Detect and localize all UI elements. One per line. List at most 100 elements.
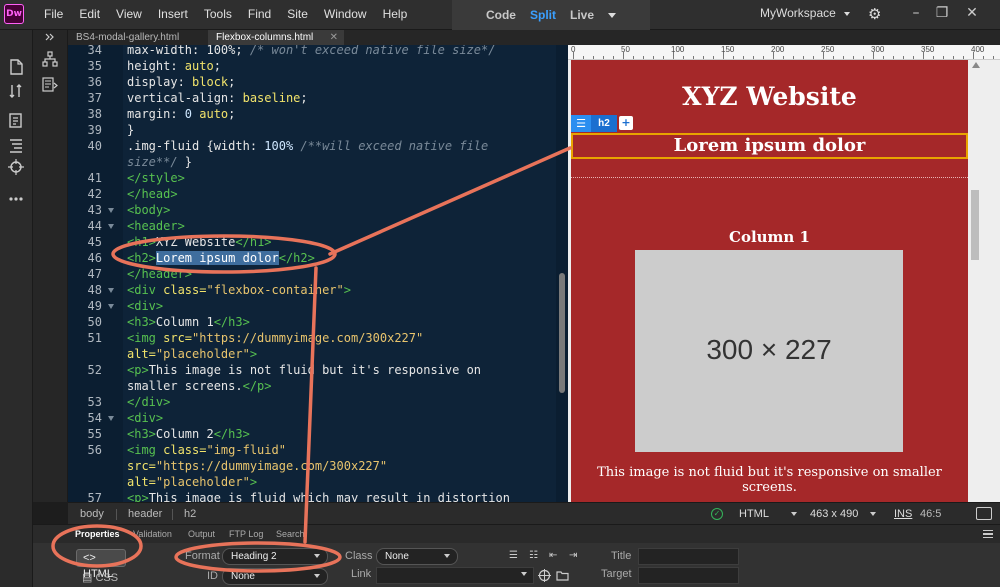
tag-crumb-header[interactable]: header (128, 503, 162, 525)
view-tab-code[interactable]: Code (486, 8, 516, 22)
css-mode-button[interactable]: ▤ CSS (76, 570, 126, 586)
code-line[interactable]: 46 <h2>Lorem ipsum dolor</h2> (68, 250, 556, 266)
dom-icon[interactable] (7, 136, 25, 154)
fold-arrow-icon[interactable] (108, 416, 114, 421)
page-preview[interactable]: XYZ Website ☰ h2 + Lorem ipsum dolor Col… (571, 60, 968, 502)
menu-site[interactable]: Site (279, 0, 316, 30)
more-icon[interactable] (7, 190, 25, 208)
menu-view[interactable]: View (108, 0, 150, 30)
outdent-icon[interactable]: ⇤ (549, 550, 562, 561)
gear-icon[interactable]: ⚙ (868, 5, 886, 23)
indent-icon[interactable]: ⇥ (569, 550, 582, 561)
code-line[interactable]: alt="placeholder"> (68, 474, 556, 490)
restore-icon[interactable]: ❐ (932, 3, 952, 23)
code-navigator-icon[interactable] (41, 76, 59, 94)
menu-file[interactable]: File (36, 0, 71, 30)
files-icon[interactable] (7, 58, 25, 76)
fold-arrow-icon[interactable] (108, 288, 114, 293)
tab-flexbox-columns[interactable]: Flexbox-columns.html ✕ (208, 30, 344, 45)
site-title-h1[interactable]: XYZ Website (571, 82, 968, 111)
code-line[interactable]: 48 <div class="flexbox-container"> (68, 282, 556, 298)
code-line[interactable]: 51 <img src="https://dummyimage.com/300x2… (68, 330, 556, 346)
browse-folder-icon[interactable] (556, 569, 569, 582)
title-input[interactable] (638, 548, 739, 565)
code-line[interactable]: 49 <div> (68, 298, 556, 314)
live-view-scrollbar[interactable] (968, 60, 1000, 502)
code-line[interactable]: smaller screens.</p> (68, 378, 556, 394)
add-class-icon[interactable]: + (619, 116, 633, 130)
html-mode-button[interactable]: <> HTML (76, 549, 126, 580)
code-line[interactable]: 40 .img-fluid {width: 100% /**will exceed… (68, 138, 556, 154)
code-line[interactable]: 53 </div> (68, 394, 556, 410)
code-line[interactable]: 42 </head> (68, 186, 556, 202)
code-line[interactable]: src="https://dummyimage.com/300x227" (68, 458, 556, 474)
code-line[interactable]: 35 height: auto; (68, 58, 556, 74)
close-icon[interactable]: ✕ (962, 3, 982, 23)
link-input[interactable] (376, 567, 534, 584)
fold-arrow-icon[interactable] (108, 208, 114, 213)
code-line[interactable]: 43 <body> (68, 202, 556, 218)
target-select[interactable] (638, 567, 739, 584)
menu-window[interactable]: Window (316, 0, 375, 30)
code-scrollbar[interactable] (556, 45, 568, 502)
tab-search[interactable]: Search (276, 525, 305, 543)
window-size-select[interactable]: 463 x 490 (810, 503, 877, 525)
tag-crumb-h2[interactable]: h2 (184, 503, 196, 525)
tab-bs4-modal-gallery[interactable]: BS4-modal-gallery.html (68, 30, 206, 45)
menu-find[interactable]: Find (240, 0, 279, 30)
tab-properties[interactable]: Properties (75, 525, 120, 543)
id-select[interactable]: None (222, 568, 328, 585)
menu-insert[interactable]: Insert (150, 0, 196, 30)
git-icon[interactable] (7, 82, 25, 100)
ordered-list-icon[interactable]: ☷ (529, 550, 542, 561)
target-icon[interactable] (7, 158, 25, 176)
close-tab-icon[interactable]: ✕ (330, 30, 338, 45)
column-1-heading[interactable]: Column 1 (571, 228, 968, 246)
no-errors-icon[interactable]: ✓ (711, 508, 723, 520)
code-line[interactable]: 37 vertical-align: baseline; (68, 90, 556, 106)
site-tree-icon[interactable] (41, 50, 59, 68)
tag-crumb-body[interactable]: body (80, 503, 104, 525)
fold-arrow-icon[interactable] (108, 304, 114, 309)
view-tab-live[interactable]: Live (570, 8, 594, 22)
live-view-scrollbar-thumb[interactable] (971, 190, 979, 260)
code-line[interactable]: size**/ } (68, 154, 556, 170)
fold-arrow-icon[interactable] (108, 224, 114, 229)
panel-menu-icon[interactable] (983, 530, 993, 538)
placeholder-image[interactable]: 300 × 227 (635, 250, 903, 452)
menu-tools[interactable]: Tools (196, 0, 240, 30)
real-time-preview-icon[interactable] (976, 507, 992, 520)
code-line[interactable]: 52 <p>This image is not fluid but it's re… (68, 362, 556, 378)
tab-output[interactable]: Output (188, 525, 215, 543)
code-line[interactable]: 47 </header> (68, 266, 556, 282)
document-type-select[interactable]: HTML (739, 503, 797, 525)
snippets-icon[interactable] (7, 112, 25, 130)
code-line[interactable]: 57 <p>This image is fluid which may resul… (68, 490, 556, 502)
code-line[interactable]: 55 <h3>Column 2</h3> (68, 426, 556, 442)
unordered-list-icon[interactable]: ☰ (509, 550, 522, 561)
code-scrollbar-thumb[interactable] (559, 273, 565, 393)
code-line[interactable]: 54 <div> (68, 410, 556, 426)
point-to-file-icon[interactable] (538, 569, 551, 582)
workspace-switcher[interactable]: MyWorkspace (760, 0, 850, 26)
hud-menu-icon[interactable]: ☰ (571, 115, 591, 132)
code-line[interactable]: 36 display: block; (68, 74, 556, 90)
code-line[interactable]: 44 <header> (68, 218, 556, 234)
view-tab-split[interactable]: Split (530, 8, 556, 22)
scroll-up-arrow-icon[interactable] (972, 62, 980, 68)
format-select[interactable]: Heading 2 (222, 548, 328, 565)
code-editor[interactable]: 34 max-width: 100%; /* won't exceed nativ… (68, 45, 568, 502)
insert-mode-indicator[interactable]: INS (894, 503, 912, 525)
site-subtitle-h2[interactable]: Lorem ipsum dolor (571, 134, 968, 158)
live-options-caret-icon[interactable] (608, 12, 616, 18)
tab-ftp-log[interactable]: FTP Log (229, 525, 263, 543)
code-line[interactable]: 34 max-width: 100%; /* won't exceed nativ… (68, 45, 556, 58)
menu-edit[interactable]: Edit (71, 0, 108, 30)
tab-validation[interactable]: Validation (133, 525, 172, 543)
code-line[interactable]: 56 <img class="img-fluid" (68, 442, 556, 458)
code-line[interactable]: 39} (68, 122, 556, 138)
minimize-icon[interactable]: – (906, 3, 926, 23)
code-line[interactable]: 38 margin: 0 auto; (68, 106, 556, 122)
code-line[interactable]: 50 <h3>Column 1</h3> (68, 314, 556, 330)
chevron-down-icon[interactable] (521, 572, 527, 576)
